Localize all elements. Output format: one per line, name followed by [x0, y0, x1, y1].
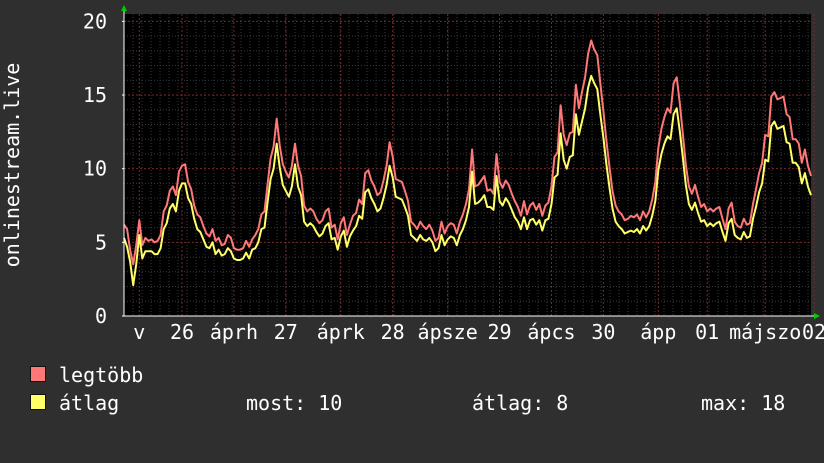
x-tick-label: ápcs — [527, 320, 575, 344]
stat-current: most: 10 — [246, 391, 343, 415]
y-axis-label: onlinestream.live — [0, 63, 24, 268]
x-tick-label: 29 — [488, 320, 512, 344]
y-tick-label: 0 — [95, 304, 107, 328]
x-tick-label: áprh — [210, 320, 258, 344]
legend-swatch-legtobb — [30, 366, 46, 382]
x-tick-label: áprk — [317, 320, 365, 344]
stat-average: átlag: 8 — [472, 391, 569, 415]
x-tick-label: 01 — [695, 320, 719, 344]
x-tick-label: v — [133, 320, 145, 344]
y-axis-arrow-icon — [121, 5, 127, 11]
y-ticks: 0 5 10 15 20 — [83, 9, 124, 328]
x-tick-label: 27 — [274, 320, 298, 344]
legend-swatch-atlag — [30, 394, 46, 410]
plot-background — [124, 14, 811, 316]
x-ticks: v 26 áprh 27 áprk 28 ápsze 29 ápcs 30 ápp 01 májszo 0… — [133, 320, 824, 344]
legend-item-atlag: átlag — [30, 391, 119, 463]
x-tick-label: 26 — [170, 320, 194, 344]
y-tick-label: 5 — [95, 230, 107, 254]
y-tick-label: 10 — [83, 157, 107, 181]
x-tick-label: májszo — [729, 320, 801, 344]
legend-label-legtobb: legtöbb — [59, 363, 144, 387]
y-tick-label: 15 — [83, 83, 107, 107]
legend-label-atlag: átlag — [59, 391, 120, 415]
x-tick-label: ápsze — [418, 320, 478, 344]
y-tick-label: 20 — [83, 9, 107, 33]
x-tick-label: 28 — [381, 320, 405, 344]
x-tick-label: 02 — [802, 320, 824, 344]
stat-max: max: 18 — [701, 391, 786, 415]
x-tick-label: ápp — [640, 320, 676, 344]
x-tick-label: 30 — [591, 320, 615, 344]
x-axis-arrow-icon — [814, 313, 820, 319]
